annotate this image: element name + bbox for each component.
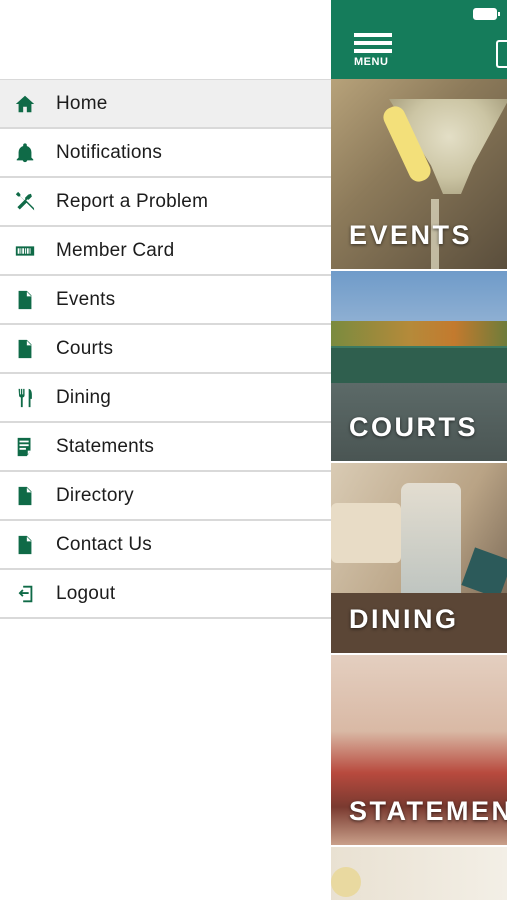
- hamburger-icon: [354, 33, 392, 37]
- navigation-drawer: Home Notifications Report a Problem Memb…: [0, 0, 331, 900]
- menu-item-label: Statements: [56, 435, 155, 457]
- menu-item-logout[interactable]: Logout: [0, 570, 331, 619]
- header-action-icon[interactable]: [496, 40, 507, 68]
- home-content-panel: MENU EVENTS COURTS DINING STATEMEN: [331, 0, 507, 900]
- dining-room-image: [401, 483, 461, 603]
- tile-label: DINING: [349, 604, 459, 634]
- menu-item-notifications[interactable]: Notifications: [0, 129, 331, 178]
- menu-item-directory[interactable]: Directory: [0, 472, 331, 521]
- menu-item-label: Events: [56, 288, 116, 310]
- menu-button[interactable]: MENU: [354, 33, 394, 73]
- menu-button-label: MENU: [354, 56, 389, 68]
- menu-item-label: Notifications: [56, 141, 163, 163]
- menu-item-dining[interactable]: Dining: [0, 374, 331, 423]
- tile-events[interactable]: EVENTS: [331, 79, 507, 271]
- tile-label: COURTS: [349, 412, 478, 442]
- document-icon: [12, 532, 38, 558]
- tile-dining[interactable]: DINING: [331, 463, 507, 655]
- tools-icon: [12, 189, 38, 215]
- menu-item-label: Contact Us: [56, 533, 152, 555]
- menu-item-label: Logout: [56, 582, 116, 604]
- app-header: MENU: [331, 0, 507, 79]
- tile-courts[interactable]: COURTS: [331, 271, 507, 463]
- document-icon: [12, 483, 38, 509]
- menu-item-member-card[interactable]: Member Card: [0, 227, 331, 276]
- menu-item-label: Member Card: [56, 239, 175, 261]
- card-icon: [12, 238, 38, 264]
- document-icon: [12, 287, 38, 313]
- menu-item-contact-us[interactable]: Contact Us: [0, 521, 331, 570]
- battery-icon: [473, 8, 500, 20]
- tile-label: EVENTS: [349, 220, 473, 250]
- menu-item-label: Courts: [56, 337, 114, 359]
- menu-item-label: Dining: [56, 386, 112, 408]
- tile-label: STATEMEN: [349, 796, 507, 826]
- menu-item-home[interactable]: Home: [0, 79, 331, 129]
- menu-item-label: Home: [56, 92, 108, 114]
- menu-item-label: Directory: [56, 484, 134, 506]
- menu-item-label: Report a Problem: [56, 190, 209, 212]
- bell-icon: [12, 140, 38, 166]
- menu-item-events[interactable]: Events: [0, 276, 331, 325]
- dining-icon: [12, 385, 38, 411]
- home-icon: [12, 91, 38, 117]
- statement-icon: [12, 434, 38, 460]
- menu-item-courts[interactable]: Courts: [0, 325, 331, 374]
- menu-item-statements[interactable]: Statements: [0, 423, 331, 472]
- document-icon: [12, 336, 38, 362]
- menu-item-report-problem[interactable]: Report a Problem: [0, 178, 331, 227]
- logout-icon: [12, 581, 38, 607]
- tile-statements[interactable]: STATEMEN: [331, 655, 507, 847]
- drawer-menu: Home Notifications Report a Problem Memb…: [0, 79, 331, 619]
- tile-next[interactable]: [331, 847, 507, 900]
- drawer-header-spacer: [0, 0, 331, 79]
